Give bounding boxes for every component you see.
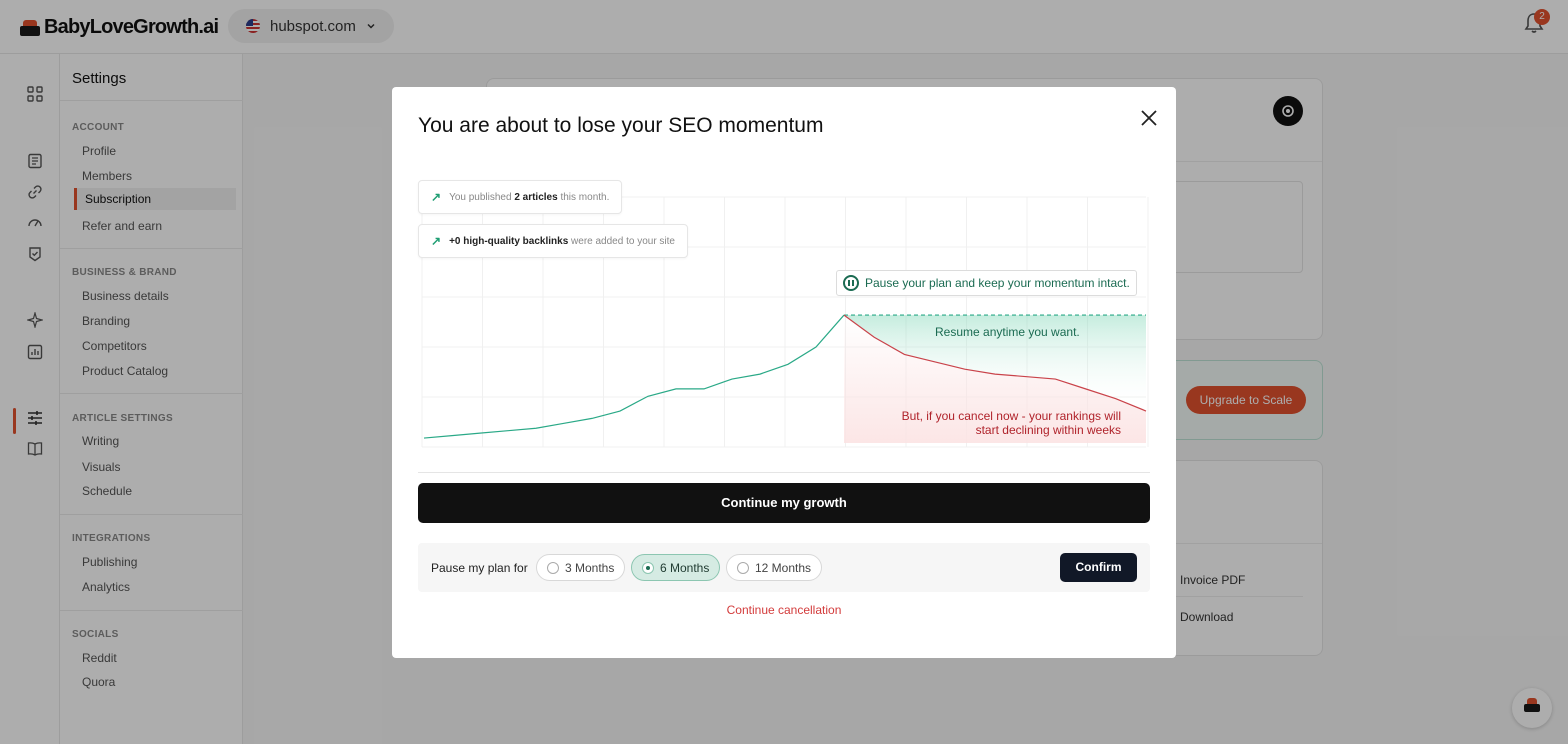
cancel-warning: But, if you cancel now - your rankings w… [901, 409, 1121, 437]
option-3-months[interactable]: 3 Months [536, 554, 626, 581]
stat-articles-count: 2 articles [514, 191, 558, 203]
continue-cancellation-link[interactable]: Continue cancellation [392, 603, 1176, 617]
divider [418, 472, 1150, 473]
option-12-months[interactable]: 12 Months [726, 554, 823, 581]
option-label: 12 Months [755, 560, 812, 575]
radio-icon [547, 561, 559, 574]
articles-stat: ↗ You published 2 articles this month. [418, 180, 623, 214]
backlinks-stat-text: +0 high-quality backlinks were added to … [449, 236, 675, 247]
stat-suffix: this month. [560, 191, 610, 203]
stat-suffix: were added to your site [571, 235, 675, 247]
articles-stat-text: You published 2 articles this month. [449, 192, 609, 203]
resume-label: Resume anytime you want. [935, 325, 1080, 339]
option-label: 6 Months [660, 560, 710, 575]
backlinks-stat: ↗ +0 high-quality backlinks were added t… [418, 224, 688, 258]
trend-up-icon: ↗ [431, 190, 442, 204]
confirm-button[interactable]: Confirm [1060, 553, 1137, 582]
pause-for-label: Pause my plan for [431, 561, 528, 575]
pause-callout: Pause your plan and keep your momentum i… [836, 270, 1137, 296]
radio-icon [737, 561, 749, 574]
pause-callout-text: Pause your plan and keep your momentum i… [865, 276, 1130, 290]
continue-growth-button[interactable]: Continue my growth [418, 483, 1150, 523]
growth-series-line [423, 314, 845, 439]
option-label: 3 Months [565, 560, 615, 575]
close-icon[interactable] [1138, 107, 1160, 129]
stat-prefix: You published [449, 191, 512, 203]
pause-plan-bar: Pause my plan for 3 Months 6 Months 12 M… [418, 543, 1150, 592]
pause-icon [843, 275, 859, 291]
stat-backlinks-count: +0 high-quality backlinks [449, 235, 569, 247]
option-6-months[interactable]: 6 Months [631, 554, 721, 581]
modal-title: You are about to lose your SEO momentum [418, 114, 824, 137]
trend-up-icon: ↗ [431, 234, 442, 248]
cancel-subscription-modal: You are about to lose your SEO momentum … [392, 87, 1176, 658]
radio-selected-icon [642, 561, 654, 574]
